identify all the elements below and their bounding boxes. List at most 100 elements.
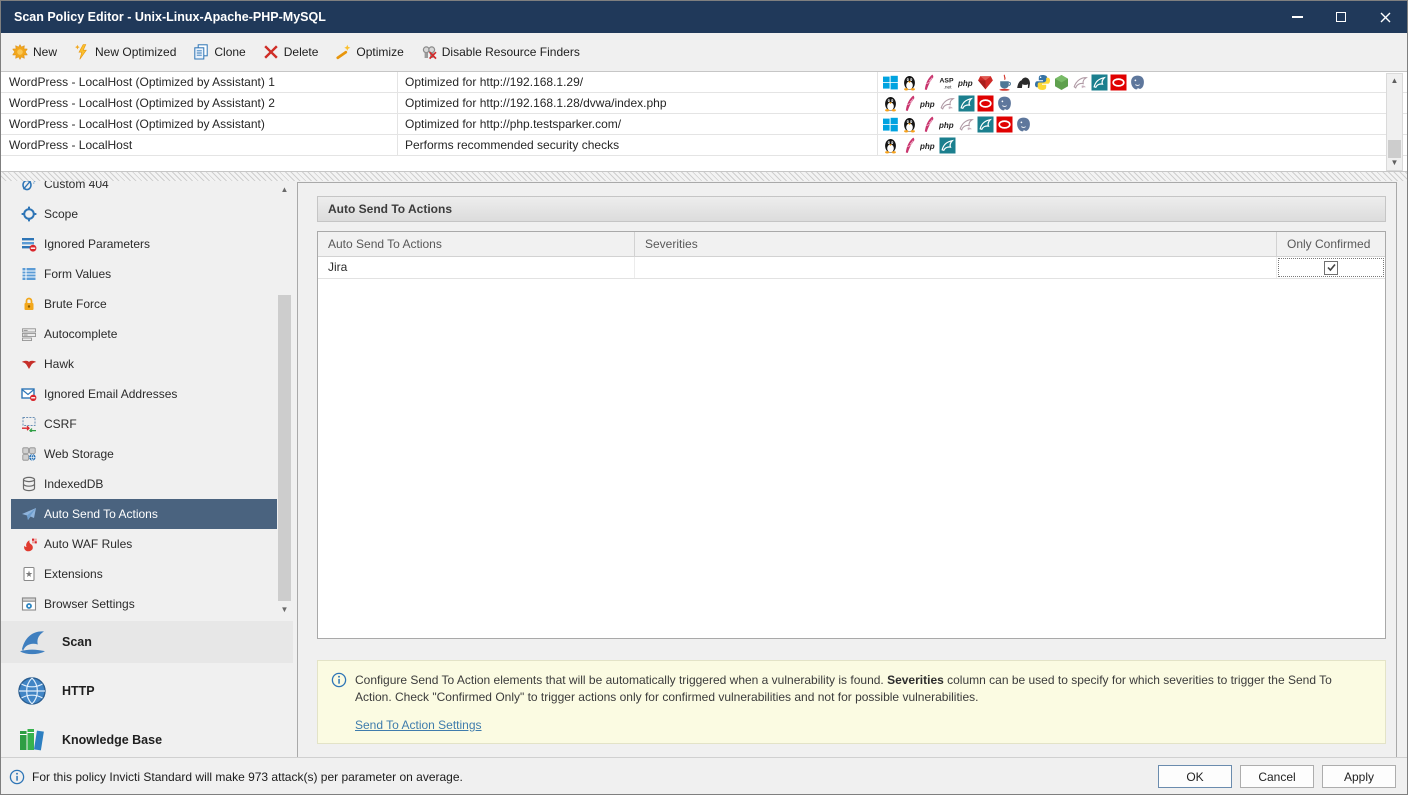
- toolbar-new-button[interactable]: New: [12, 44, 57, 60]
- toolbar-button-label: Optimize: [356, 45, 403, 59]
- severities-cell[interactable]: [635, 257, 1277, 278]
- only-confirmed-cell[interactable]: [1277, 257, 1385, 278]
- splitter-handle[interactable]: [1, 172, 1407, 181]
- policy-row[interactable]: WordPress - LocalHost (Optimized by Assi…: [1, 72, 1407, 93]
- ok-button[interactable]: OK: [1158, 765, 1232, 788]
- sidebar-item-browser-settings[interactable]: Browser Settings: [1, 589, 277, 617]
- brute-force-icon: [21, 296, 37, 312]
- apache-icon: [920, 74, 937, 91]
- policy-description-cell[interactable]: Optimized for http://192.168.1.29/: [398, 72, 878, 92]
- sidebar-item-hawk[interactable]: Hawk: [1, 349, 277, 379]
- scroll-down-icon[interactable]: ▼: [1387, 156, 1402, 170]
- sidebar-item-web-storage[interactable]: Web Storage: [1, 439, 277, 469]
- policy-description-cell[interactable]: Performs recommended security checks: [398, 135, 878, 155]
- sidebar-section-knowledge-base[interactable]: Knowledge Base: [1, 718, 293, 761]
- table-row[interactable]: Jira: [318, 257, 1385, 279]
- svg-text:php: php: [920, 142, 935, 151]
- delete-icon: [263, 44, 279, 60]
- policy-description-cell[interactable]: Optimized for http://192.168.1.28/dvwa/i…: [398, 93, 878, 113]
- postgresql-icon: [1129, 74, 1146, 91]
- svg-text:php: php: [958, 79, 973, 88]
- sidebar-item-label: Ignored Email Addresses: [44, 387, 177, 401]
- close-icon: [1380, 12, 1391, 23]
- toolbar-optimize-button[interactable]: Optimize: [335, 44, 403, 60]
- scroll-down-icon[interactable]: ▼: [277, 603, 292, 617]
- close-button[interactable]: [1363, 1, 1407, 33]
- aspnet-icon: ASP.net: [939, 74, 956, 91]
- apply-button[interactable]: Apply: [1322, 765, 1396, 788]
- linux-icon: [882, 95, 899, 112]
- policy-tech-icons: php: [878, 135, 1407, 155]
- sidebar-item-form-values[interactable]: Form Values: [1, 259, 277, 289]
- toolbar-clone-button[interactable]: Clone: [193, 44, 245, 60]
- sidebar-item-ignored-parameters[interactable]: Ignored Parameters: [1, 229, 277, 259]
- policy-list-scrollbar[interactable]: ▲ ▼: [1386, 73, 1403, 171]
- postgresql-icon: [996, 95, 1013, 112]
- sidebar-item-auto-waf-rules[interactable]: Auto WAF Rules: [1, 529, 277, 559]
- linux-icon: [901, 74, 918, 91]
- policy-name-cell[interactable]: WordPress - LocalHost (Optimized by Assi…: [1, 114, 398, 134]
- sidebar-section-scan[interactable]: Scan: [1, 621, 293, 663]
- toolbar-delete-button[interactable]: Delete: [263, 44, 319, 60]
- new-icon: [12, 44, 28, 60]
- column-header-auto-send-to-actions[interactable]: Auto Send To Actions: [318, 232, 635, 256]
- sidebar-item-extensions[interactable]: Extensions: [1, 559, 277, 589]
- maximize-button[interactable]: [1319, 1, 1363, 33]
- ignored-parameters-icon: [21, 236, 37, 252]
- info-icon: [331, 672, 347, 688]
- column-header-only-confirmed[interactable]: Only Confirmed: [1277, 232, 1385, 256]
- java-icon: [996, 74, 1013, 91]
- cancel-button[interactable]: Cancel: [1240, 765, 1314, 788]
- policy-row[interactable]: WordPress - LocalHost (Optimized by Assi…: [1, 114, 1407, 135]
- toolbar-button-label: New Optimized: [95, 45, 176, 59]
- policy-description-cell[interactable]: Optimized for http://php.testsparker.com…: [398, 114, 878, 134]
- svg-text:php: php: [939, 121, 954, 130]
- sidebar-section-http[interactable]: HTTP: [1, 668, 293, 713]
- column-header-severities[interactable]: Severities: [635, 232, 1277, 256]
- scroll-up-icon[interactable]: ▲: [1387, 74, 1402, 88]
- sidebar-item-autocomplete[interactable]: Autocomplete: [1, 319, 277, 349]
- python-icon: [1034, 74, 1051, 91]
- sidebar-item-csrf[interactable]: CSRF: [1, 409, 277, 439]
- toolbar-disable-resource-finders-button[interactable]: Disable Resource Finders: [421, 44, 580, 60]
- sidebar-item-label: IndexedDB: [44, 477, 103, 491]
- sidebar-item-scope[interactable]: Scope: [1, 199, 277, 229]
- sidebar: ?Custom 404 Scope Ignored ParametersForm V…: [1, 181, 293, 759]
- browser-settings-icon: [21, 596, 37, 612]
- minimize-button[interactable]: [1275, 1, 1319, 33]
- policy-name-cell[interactable]: WordPress - LocalHost (Optimized by Assi…: [1, 72, 398, 92]
- sidebar-item-custom-404[interactable]: ?Custom 404: [1, 181, 277, 199]
- policy-name-cell[interactable]: WordPress - LocalHost (Optimized by Assi…: [1, 93, 398, 113]
- scan-policy-editor-window: Scan Policy Editor - Unix-Linux-Apache-P…: [0, 0, 1408, 795]
- sidebar-item-ignored-email-addresses[interactable]: Ignored Email Addresses: [1, 379, 277, 409]
- ignored-email-icon: [21, 386, 37, 402]
- sidebar-scrollbar[interactable]: ▲ ▼: [277, 183, 292, 617]
- info-text: Configure Send To Action elements that w…: [355, 672, 1371, 706]
- svg-text:?: ?: [32, 181, 36, 186]
- lower-region: ?Custom 404 Scope Ignored ParametersForm V…: [1, 181, 1407, 759]
- sidebar-item-label: Scope: [44, 207, 78, 221]
- action-name-cell[interactable]: Jira: [318, 257, 635, 278]
- sidebar-item-indexeddb[interactable]: IndexedDB: [1, 469, 277, 499]
- scroll-up-icon[interactable]: ▲: [277, 183, 292, 197]
- status-bar: For this policy Invicti Standard will ma…: [1, 757, 1407, 794]
- table-header-row: Auto Send To Actions Severities Only Con…: [318, 232, 1385, 257]
- sidebar-item-auto-send-to-actions[interactable]: Auto Send To Actions: [11, 499, 277, 529]
- policy-row[interactable]: WordPress - LocalHostPerforms recommende…: [1, 135, 1407, 156]
- php-icon: php: [920, 137, 937, 154]
- oracle-icon: [1110, 74, 1127, 91]
- sidebar-scrollbar-thumb[interactable]: [278, 295, 291, 601]
- window-title: Scan Policy Editor - Unix-Linux-Apache-P…: [14, 10, 326, 24]
- sidebar-section-label: HTTP: [62, 684, 95, 698]
- policy-name-cell[interactable]: WordPress - LocalHost: [1, 135, 398, 155]
- send-to-action-settings-link[interactable]: Send To Action Settings: [355, 718, 482, 732]
- sidebar-item-brute-force[interactable]: Brute Force: [1, 289, 277, 319]
- only-confirmed-checkbox[interactable]: [1324, 261, 1338, 275]
- toolbar-button-label: Clone: [214, 45, 245, 59]
- sidebar-item-label: Hawk: [44, 357, 74, 371]
- window-controls: [1275, 1, 1407, 33]
- toolbar-new-optimized-button[interactable]: New Optimized: [74, 44, 176, 60]
- windows-icon: [882, 116, 899, 133]
- policy-row[interactable]: WordPress - LocalHost (Optimized by Assi…: [1, 93, 1407, 114]
- linux-icon: [882, 137, 899, 154]
